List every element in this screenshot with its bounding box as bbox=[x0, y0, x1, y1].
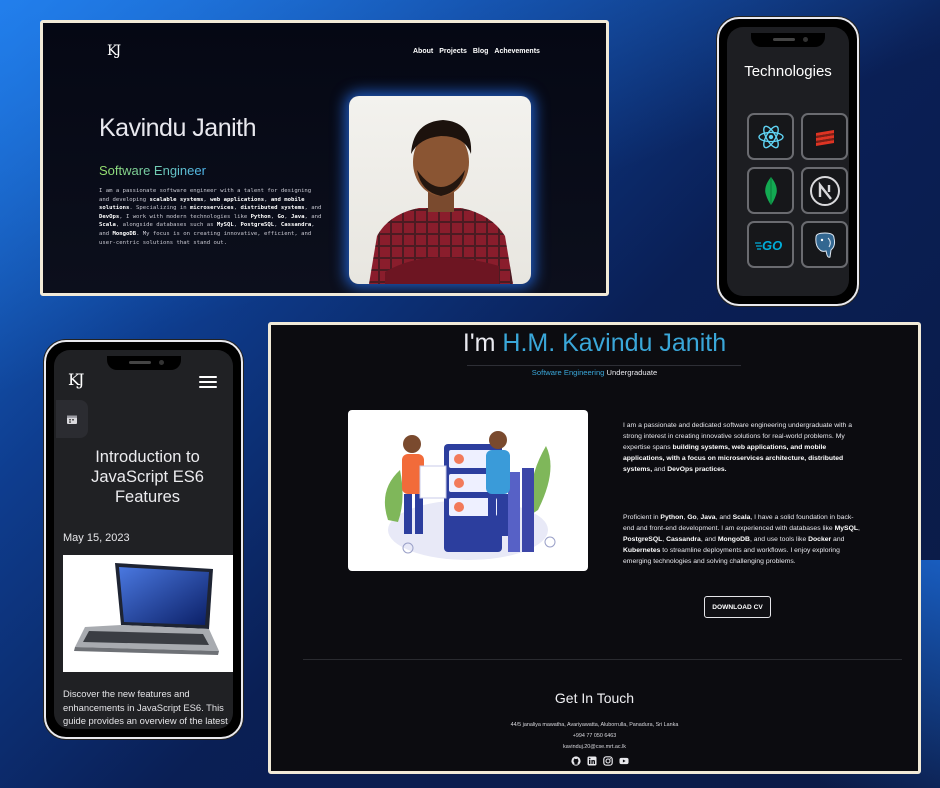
get-in-touch-heading: Get In Touch bbox=[554, 690, 635, 706]
phone-notch bbox=[751, 33, 825, 47]
mongodb-icon[interactable] bbox=[747, 167, 794, 214]
heading-underline bbox=[467, 365, 741, 366]
download-cv-button[interactable]: DOWNLOAD CV bbox=[704, 596, 771, 618]
nav-blog[interactable]: Blog bbox=[473, 48, 489, 55]
contact-address: 44/5 janaliya mawatha, Avariyawatta, Alu… bbox=[510, 722, 679, 728]
hamburger-menu-icon[interactable] bbox=[199, 376, 217, 391]
contact-email[interactable]: kavinduj.20@cse.mrt.ac.lk bbox=[271, 744, 918, 750]
about-subtitle: Software Engineering Undergraduate bbox=[531, 368, 658, 377]
svg-text:GO: GO bbox=[762, 238, 782, 253]
instagram-icon[interactable] bbox=[603, 756, 613, 766]
blog-post-title: Introduction to JavaScript ES6 Features bbox=[91, 448, 204, 506]
technologies-grid: GO bbox=[747, 113, 848, 268]
hero-screenshot: KJ About Projects Blog Achevements Kavin… bbox=[40, 20, 609, 296]
linkedin-icon[interactable] bbox=[587, 756, 597, 766]
postgresql-icon[interactable] bbox=[801, 221, 848, 268]
profile-photo bbox=[349, 96, 531, 284]
github-icon[interactable] bbox=[571, 756, 581, 766]
about-heading: I'm H.M. Kavindu Janith bbox=[462, 329, 727, 357]
technologies-title: Technologies bbox=[744, 63, 832, 80]
blog-post-description: Discover the new features and enhancemen… bbox=[63, 688, 228, 726]
blog-screen: KJ Introduction to JavaScript ES6 Featur… bbox=[54, 350, 233, 729]
go-icon[interactable]: GO bbox=[747, 221, 794, 268]
nextjs-icon[interactable] bbox=[801, 167, 848, 214]
team-illustration bbox=[348, 410, 588, 571]
about-screenshot: I'm H.M. Kavindu Janith Software Enginee… bbox=[268, 322, 921, 774]
social-links bbox=[571, 756, 629, 766]
calendar-icon[interactable] bbox=[56, 400, 88, 438]
site-logo[interactable]: KJ bbox=[68, 370, 84, 389]
scala-icon[interactable] bbox=[801, 113, 848, 160]
contact-phone[interactable]: +994 77 050 6463 bbox=[271, 733, 918, 739]
phone-notch bbox=[106, 356, 181, 370]
about-paragraph-2: Proficient in Python, Go, Java, and Scal… bbox=[623, 514, 860, 565]
technologies-screen: Technologies GO bbox=[727, 27, 849, 296]
react-icon[interactable] bbox=[747, 113, 794, 160]
section-divider bbox=[303, 659, 902, 660]
top-nav: About Projects Blog Achevements bbox=[413, 48, 540, 55]
hero-name: Kavindu Janith bbox=[99, 114, 257, 142]
technologies-phone: Technologies GO bbox=[717, 17, 859, 306]
youtube-icon[interactable] bbox=[619, 756, 629, 766]
nav-about[interactable]: About bbox=[413, 48, 433, 55]
nav-achievements[interactable]: Achevements bbox=[494, 48, 540, 55]
blog-phone: KJ Introduction to JavaScript ES6 Featur… bbox=[44, 340, 243, 739]
hero-role: Software Engineer bbox=[99, 163, 206, 178]
site-logo[interactable]: KJ bbox=[107, 43, 121, 59]
hero-bio: I am a passionate software engineer with… bbox=[99, 188, 322, 246]
blog-post-date: May 15, 2023 bbox=[63, 532, 130, 544]
about-paragraph-1: I am a passionate and dedicated software… bbox=[623, 422, 852, 473]
blog-post-image bbox=[63, 555, 233, 672]
nav-projects[interactable]: Projects bbox=[439, 48, 467, 55]
